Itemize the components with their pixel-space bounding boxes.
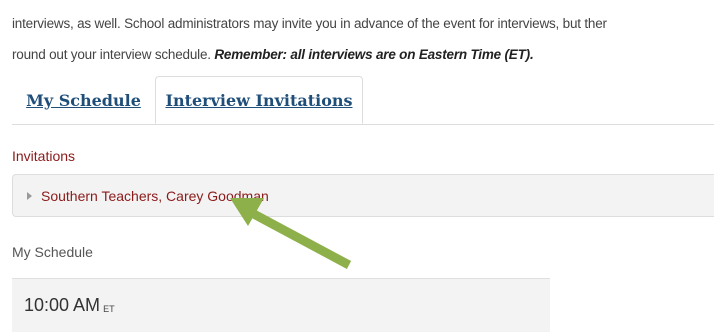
- time-slot-time: 10:00 AM: [24, 295, 101, 315]
- intro-line-1: interviews, as well. School administrato…: [12, 16, 607, 31]
- eastern-time-note: all interviews are on Eastern Time (ET).: [286, 47, 534, 62]
- invitations-heading: Invitations: [12, 148, 76, 164]
- intro-line-2-prefix: round out your interview schedule.: [12, 47, 215, 62]
- invitation-item[interactable]: Southern Teachers, Carey Goodman: [12, 174, 714, 217]
- caret-right-icon: [27, 191, 32, 200]
- invitation-item-label: Southern Teachers, Carey Goodman: [41, 187, 269, 204]
- time-slot-zone: ET: [103, 303, 115, 314]
- intro-text: interviews, as well. School administrato…: [12, 8, 714, 70]
- tab-interview-invitations[interactable]: Interview Invitations: [155, 76, 363, 124]
- tab-my-schedule[interactable]: My Schedule: [12, 76, 155, 124]
- schedule-time-slot: 10:00 AM ET: [12, 278, 550, 332]
- tab-bar: My Schedule Interview Invitations: [12, 76, 714, 125]
- intro-line-2: round out your interview schedule. Remem…: [12, 39, 714, 70]
- remember-label: Remember:: [214, 47, 287, 62]
- my-schedule-heading: My Schedule: [12, 244, 93, 260]
